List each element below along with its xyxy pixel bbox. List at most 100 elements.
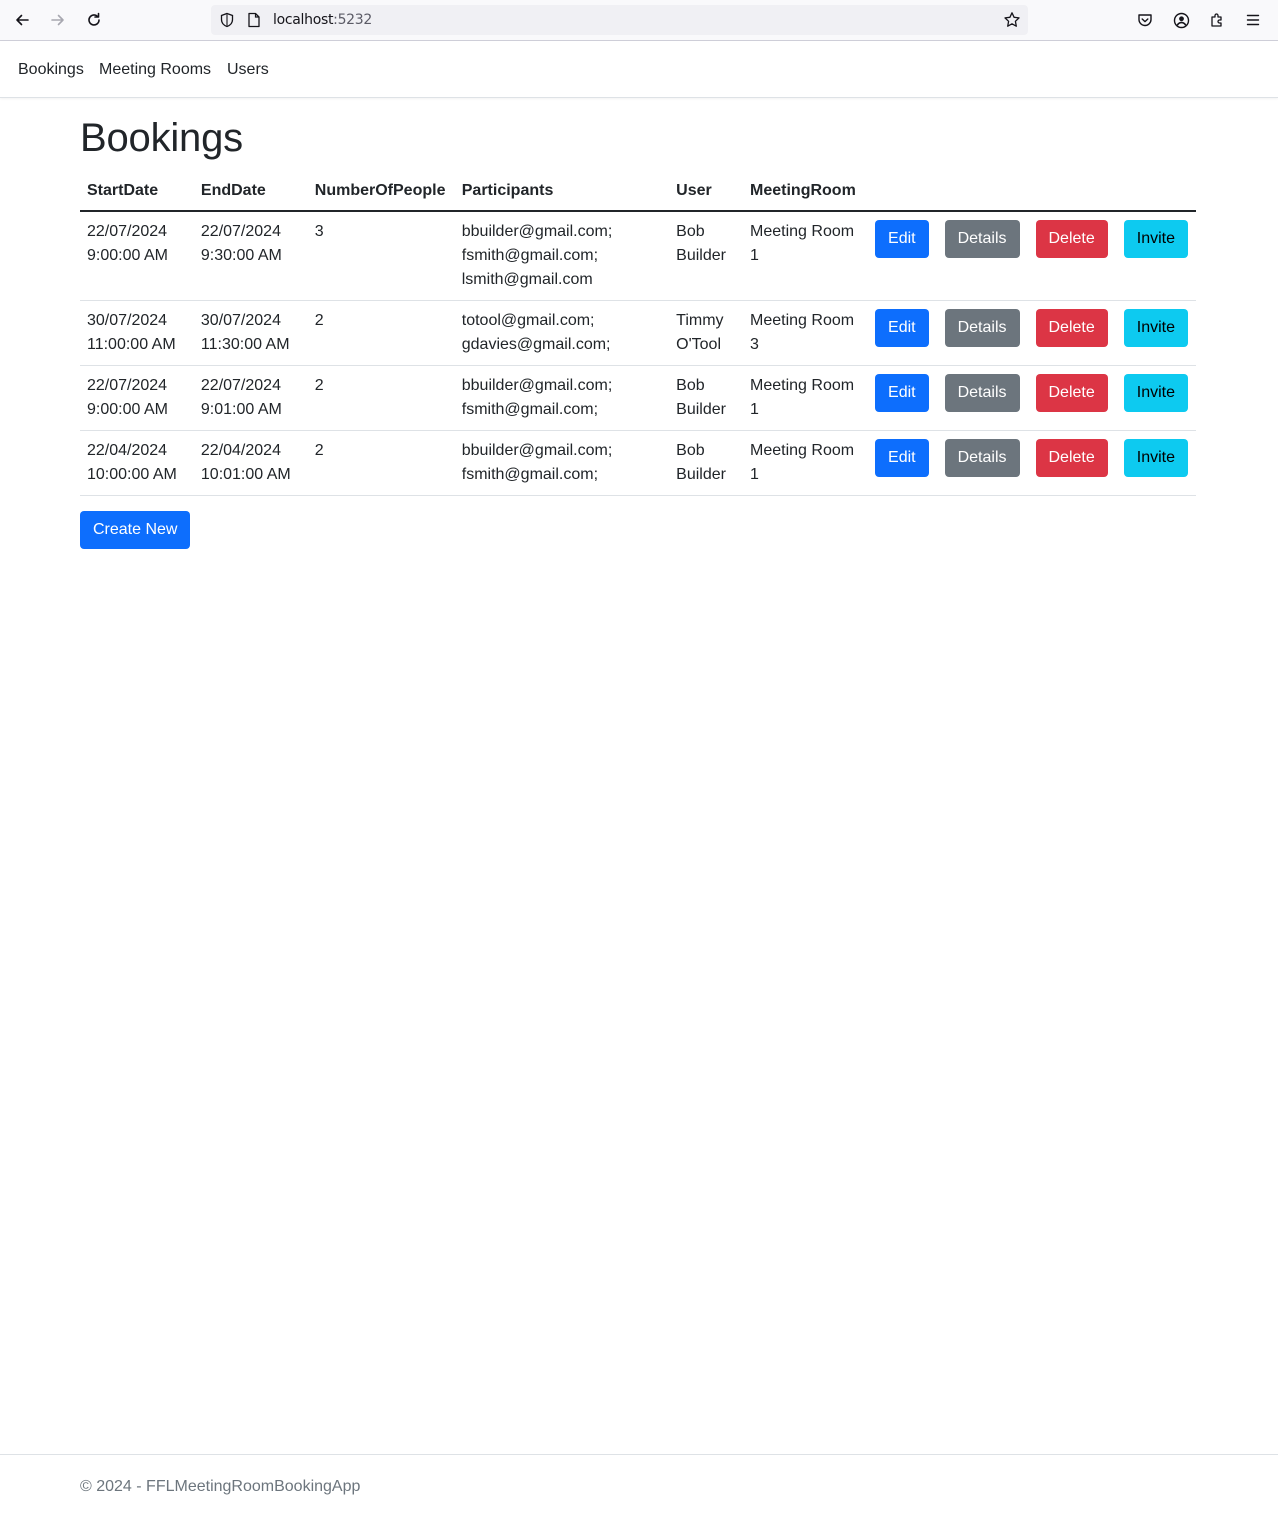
invite-button[interactable]: Invite bbox=[1123, 309, 1188, 347]
browser-toolbar: localhost:5232 bbox=[0, 0, 1278, 41]
participants-cell: bbuilder@gmail.com; fsmith@gmail.com; ls… bbox=[454, 211, 670, 301]
participant-email: bbuilder@gmail.com; bbox=[461, 223, 613, 240]
edit-button[interactable]: Edit bbox=[875, 439, 929, 477]
user-cell: Bob Builder bbox=[669, 365, 744, 431]
end-time: 9:30:00 AM bbox=[200, 247, 282, 264]
header-participants: Participants bbox=[454, 172, 670, 212]
people-cell: 3 bbox=[307, 211, 455, 301]
page-icon bbox=[245, 11, 263, 29]
reload-icon[interactable] bbox=[79, 6, 109, 34]
end-time: 11:30:00 AM bbox=[200, 336, 290, 353]
participants-cell: bbuilder@gmail.com; fsmith@gmail.com; bbox=[454, 365, 670, 431]
url-port: :5232 bbox=[333, 12, 373, 28]
shield-icon[interactable] bbox=[218, 11, 236, 29]
footer-text: © 2024 - FFLMeetingRoomBookingApp bbox=[80, 1478, 361, 1495]
header-number-of-people: NumberOfPeople bbox=[307, 172, 455, 212]
end-date: 30/07/2024 bbox=[200, 312, 281, 329]
start-date: 22/07/2024 bbox=[87, 377, 168, 394]
header-user: User bbox=[669, 172, 744, 212]
end-date-cell: 22/07/2024 9:30:00 AM bbox=[193, 211, 308, 301]
header-end-date: EndDate bbox=[193, 172, 308, 212]
start-time: 11:00:00 AM bbox=[87, 336, 176, 353]
participant-email: gdavies@gmail.com; bbox=[461, 336, 611, 353]
edit-button[interactable]: Edit bbox=[875, 374, 929, 412]
participant-email: lsmith@gmail.com bbox=[461, 271, 593, 288]
edit-button[interactable]: Edit bbox=[875, 309, 929, 347]
edit-button[interactable]: Edit bbox=[875, 220, 929, 258]
end-date: 22/04/2024 bbox=[200, 442, 281, 459]
participants-cell: bbuilder@gmail.com; fsmith@gmail.com; bbox=[454, 430, 670, 496]
details-button[interactable]: Details bbox=[944, 439, 1020, 477]
delete-button[interactable]: Delete bbox=[1035, 220, 1108, 258]
extensions-icon[interactable] bbox=[1206, 9, 1228, 31]
actions-cell: Edit Details Delete Invite bbox=[868, 365, 1196, 431]
table-row: 22/07/2024 9:00:00 AM 22/07/2024 9:30:00… bbox=[80, 211, 1196, 301]
header-meeting-room: MeetingRoom bbox=[743, 172, 869, 212]
delete-button[interactable]: Delete bbox=[1035, 439, 1108, 477]
table-row: 30/07/2024 11:00:00 AM 30/07/2024 11:30:… bbox=[80, 300, 1196, 366]
bookmark-star-icon[interactable] bbox=[1003, 11, 1021, 29]
app-navbar: Bookings Meeting Rooms Users bbox=[0, 41, 1278, 98]
bookings-table: StartDate EndDate NumberOfPeople Partici… bbox=[80, 172, 1196, 496]
pocket-icon[interactable] bbox=[1134, 9, 1156, 31]
forward-icon[interactable] bbox=[43, 6, 73, 34]
delete-button[interactable]: Delete bbox=[1035, 374, 1108, 412]
page-title: Bookings bbox=[80, 116, 243, 160]
invite-button[interactable]: Invite bbox=[1123, 439, 1188, 477]
start-date-cell: 22/07/2024 9:00:00 AM bbox=[80, 211, 194, 301]
table-row: 22/04/2024 10:00:00 AM 22/04/2024 10:01:… bbox=[80, 430, 1196, 496]
start-time: 10:00:00 AM bbox=[87, 466, 177, 483]
meeting-room-cell: Meeting Room 3 bbox=[743, 300, 869, 366]
actions-cell: Edit Details Delete Invite bbox=[868, 211, 1196, 301]
participant-email: bbuilder@gmail.com; bbox=[461, 442, 613, 459]
start-date-cell: 22/04/2024 10:00:00 AM bbox=[80, 430, 194, 496]
end-date-cell: 22/04/2024 10:01:00 AM bbox=[193, 430, 308, 496]
url-text[interactable]: localhost:5232 bbox=[273, 12, 372, 28]
account-icon[interactable] bbox=[1170, 9, 1192, 31]
menu-icon[interactable] bbox=[1242, 9, 1264, 31]
details-button[interactable]: Details bbox=[944, 374, 1020, 412]
participant-email: totool@gmail.com; bbox=[461, 312, 595, 329]
back-icon[interactable] bbox=[7, 6, 37, 34]
end-date-cell: 30/07/2024 11:30:00 AM bbox=[193, 300, 308, 366]
create-new-button[interactable]: Create New bbox=[80, 511, 191, 549]
details-button[interactable]: Details bbox=[944, 309, 1020, 347]
end-time: 9:01:00 AM bbox=[200, 401, 282, 418]
start-date-cell: 30/07/2024 11:00:00 AM bbox=[80, 300, 194, 366]
end-date-cell: 22/07/2024 9:01:00 AM bbox=[193, 365, 308, 431]
nav-link-users[interactable]: Users bbox=[227, 61, 269, 79]
invite-button[interactable]: Invite bbox=[1123, 374, 1188, 412]
user-cell: Bob Builder bbox=[669, 211, 744, 301]
start-date: 22/07/2024 bbox=[87, 223, 168, 240]
start-date: 22/04/2024 bbox=[87, 442, 168, 459]
participant-email: fsmith@gmail.com; bbox=[461, 401, 599, 418]
table-header-row: StartDate EndDate NumberOfPeople Partici… bbox=[80, 172, 1196, 212]
actions-cell: Edit Details Delete Invite bbox=[868, 430, 1196, 496]
footer: © 2024 - FFLMeetingRoomBookingApp bbox=[0, 1454, 1278, 1513]
participant-email: fsmith@gmail.com; bbox=[461, 466, 599, 483]
meeting-room-cell: Meeting Room 1 bbox=[743, 211, 869, 301]
details-button[interactable]: Details bbox=[944, 220, 1020, 258]
start-date: 30/07/2024 bbox=[87, 312, 168, 329]
start-time: 9:00:00 AM bbox=[87, 247, 168, 264]
meeting-room-cell: Meeting Room 1 bbox=[743, 365, 869, 431]
nav-link-meeting-rooms[interactable]: Meeting Rooms bbox=[99, 61, 211, 79]
start-date-cell: 22/07/2024 9:00:00 AM bbox=[80, 365, 194, 431]
end-date: 22/07/2024 bbox=[200, 377, 281, 394]
invite-button[interactable]: Invite bbox=[1123, 220, 1188, 258]
header-actions bbox=[868, 172, 1196, 212]
end-date: 22/07/2024 bbox=[200, 223, 281, 240]
url-bar[interactable]: localhost:5232 bbox=[211, 5, 1028, 35]
delete-button[interactable]: Delete bbox=[1035, 309, 1108, 347]
participant-email: bbuilder@gmail.com; bbox=[461, 377, 613, 394]
end-time: 10:01:00 AM bbox=[200, 466, 291, 483]
nav-link-bookings[interactable]: Bookings bbox=[18, 61, 84, 79]
user-cell: Bob Builder bbox=[669, 430, 744, 496]
user-cell: Timmy O'Tool bbox=[669, 300, 744, 366]
meeting-room-cell: Meeting Room 1 bbox=[743, 430, 869, 496]
participants-cell: totool@gmail.com; gdavies@gmail.com; bbox=[454, 300, 670, 366]
header-start-date: StartDate bbox=[80, 172, 194, 212]
participant-email: fsmith@gmail.com; bbox=[461, 247, 599, 264]
people-cell: 2 bbox=[307, 430, 455, 496]
people-cell: 2 bbox=[307, 365, 455, 431]
